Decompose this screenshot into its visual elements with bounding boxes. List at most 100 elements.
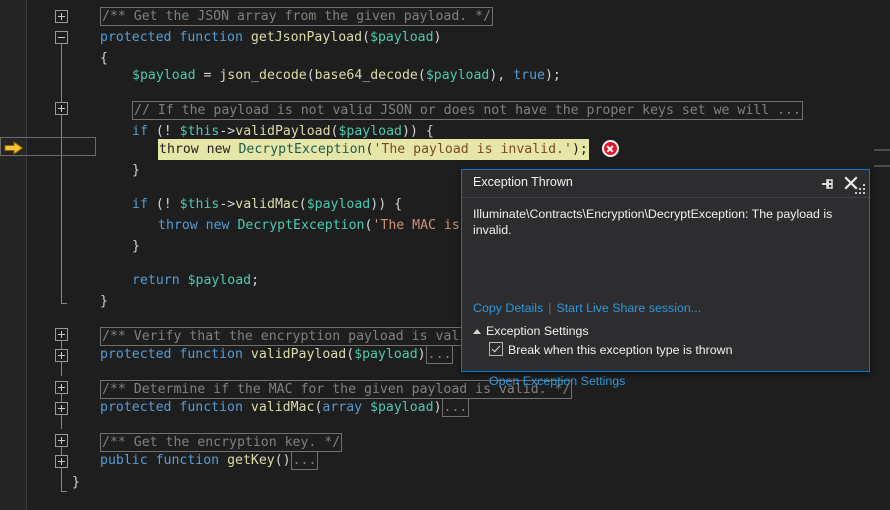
dialog-title: Exception Thrown xyxy=(473,175,573,189)
code-token-keyword-return: return xyxy=(132,273,180,288)
code-token-method-validmac: validMac xyxy=(250,400,315,415)
outline-expander-comment-3[interactable] xyxy=(55,328,68,341)
resize-grip-icon[interactable] xyxy=(854,183,866,195)
code-line: return $payload; xyxy=(132,273,260,288)
selection-margin xyxy=(27,0,52,510)
code-token-brace-close: } xyxy=(132,239,140,254)
code-line: // If the payload is not valid JSON or d… xyxy=(132,100,803,121)
code-token-brace-close: } xyxy=(132,163,140,178)
exception-thrown-dialog[interactable]: Exception Thrown Illuminate\Contracts\En… xyxy=(461,169,870,388)
code-token-keyword-if: if xyxy=(132,197,148,212)
code-token-type-decryptexception: DecryptException xyxy=(238,142,366,157)
collapsed-body-ellipsis[interactable]: ... xyxy=(425,344,454,364)
code-token-variable-payload: $payload xyxy=(354,347,418,362)
code-token-keyword-new: new xyxy=(206,142,231,157)
code-token-call-json-decode: json_decode xyxy=(219,68,307,83)
outline-expander-comment-2[interactable] xyxy=(55,102,68,115)
code-line: } xyxy=(132,160,140,181)
code-token-variable-payload: $payload xyxy=(338,124,403,139)
start-live-share-link[interactable]: Start Live Share session... xyxy=(556,301,701,315)
code-token-keyword-function: function xyxy=(179,347,243,362)
code-token-comment-3[interactable]: /** Verify that the encryption payload i… xyxy=(100,326,470,346)
code-token-variable-payload: $payload xyxy=(370,400,434,415)
code-line: } xyxy=(132,236,140,257)
code-token-keyword-protected: protected xyxy=(100,30,172,45)
outline-expander-comment-4[interactable] xyxy=(55,381,68,394)
code-token-keyword-function: function xyxy=(179,30,243,45)
exception-settings-label: Exception Settings xyxy=(486,324,589,338)
code-token-variable-payload: $payload xyxy=(132,68,196,83)
pin-icon[interactable] xyxy=(821,177,836,191)
code-line: /** Get the JSON array from the given pa… xyxy=(100,6,494,27)
open-exception-settings-link[interactable]: Open Exception Settings xyxy=(489,374,625,388)
code-token-call-base64-decode: base64_decode xyxy=(314,68,418,83)
code-token-variable-this: $this xyxy=(179,124,220,139)
code-token-keyword-array: array xyxy=(322,400,363,415)
outline-expander-comment-5[interactable] xyxy=(55,434,68,447)
copy-details-link[interactable]: Copy Details xyxy=(473,301,543,315)
code-token-method-validmac: validMac xyxy=(235,197,299,212)
code-token-keyword-function: function xyxy=(179,400,243,415)
code-token-string-payload-invalid: 'The payload is invalid.' xyxy=(373,142,572,157)
code-line: protected function getJsonPayload($paylo… xyxy=(100,30,442,45)
collapsed-body-ellipsis[interactable]: ... xyxy=(290,450,319,470)
code-token-string-mac-partial: 'The MAC is xyxy=(372,218,460,233)
code-line-current-statement: throw new DecryptException('The payload … xyxy=(158,139,589,160)
current-statement-highlight[interactable]: throw new DecryptException('The payload … xyxy=(158,139,589,160)
code-token-method-getjsonpayload: getJsonPayload xyxy=(250,30,363,45)
code-line: $payload = json_decode(base64_decode($pa… xyxy=(132,68,561,83)
link-separator: | xyxy=(548,301,552,315)
break-on-throw-label: Break when this exception type is thrown xyxy=(508,343,733,357)
code-token-keyword-true: true xyxy=(513,68,545,83)
code-token-method-getkey: getKey xyxy=(227,453,275,468)
exception-message: Illuminate\Contracts\Encryption\DecryptE… xyxy=(473,207,833,237)
code-line: { xyxy=(100,48,108,69)
exception-settings-section[interactable]: Exception Settings xyxy=(473,324,589,338)
code-line: throw new DecryptException('The MAC is xyxy=(158,218,460,233)
open-exception-settings-row: Open Exception Settings xyxy=(489,374,625,388)
code-token-comment-1[interactable]: /** Get the JSON array from the given pa… xyxy=(100,6,494,26)
outline-region-end-tick xyxy=(61,303,67,304)
code-token-keyword-new: new xyxy=(205,218,230,233)
code-token-keyword-if: if xyxy=(132,124,148,139)
code-line: protected function validPayload($payload… xyxy=(100,344,454,364)
error-circle-icon[interactable] xyxy=(602,140,619,157)
code-line: } xyxy=(100,291,108,312)
code-token-variable-payload: $payload xyxy=(425,68,490,83)
outline-class-end-tick xyxy=(61,491,67,492)
code-token-keyword-protected: protected xyxy=(100,400,172,415)
code-token-comment-2[interactable]: // If the payload is not valid JSON or d… xyxy=(132,100,803,120)
code-line: if (! $this->validMac($payload)) { xyxy=(132,197,403,212)
outline-collapser-getjsonpayload[interactable] xyxy=(55,31,68,44)
outline-expander-getkey[interactable] xyxy=(55,455,68,468)
code-token-keyword-function: function xyxy=(155,453,220,468)
scrollbar-annotation-mark xyxy=(874,149,890,151)
break-on-throw-checkbox[interactable] xyxy=(489,342,503,356)
code-token-comment-5[interactable]: /** Get the encryption key. */ xyxy=(100,432,343,452)
code-line: public function getKey()... xyxy=(100,450,319,470)
triangle-expanded-icon[interactable] xyxy=(473,329,481,334)
code-token-keyword-throw: throw xyxy=(158,218,198,233)
collapsed-body-ellipsis[interactable]: ... xyxy=(441,397,470,417)
code-token-variable-payload: $payload xyxy=(306,197,371,212)
code-token-keyword-public: public xyxy=(100,453,148,468)
outline-expander-validpayload[interactable] xyxy=(55,349,68,362)
code-token-variable-this: $this xyxy=(179,197,220,212)
code-token-brace-close: } xyxy=(100,294,108,309)
code-line: } xyxy=(72,472,80,493)
indicator-margin[interactable] xyxy=(0,0,27,510)
dialog-title-bar[interactable]: Exception Thrown xyxy=(462,170,869,198)
outline-expander-validmac[interactable] xyxy=(55,402,68,415)
code-token-brace-close-class: } xyxy=(72,475,80,490)
code-token-brace-open: { xyxy=(100,51,108,66)
code-token-variable-payload: $payload xyxy=(370,30,434,45)
dialog-action-links: Copy Details | Start Live Share session... xyxy=(473,301,701,315)
code-token-method-validpayload: validPayload xyxy=(250,347,347,362)
outlining-margin[interactable] xyxy=(52,0,72,510)
outline-expander-comment-1[interactable] xyxy=(55,10,68,23)
break-on-throw-row[interactable]: Break when this exception type is thrown xyxy=(489,342,733,357)
code-token-keyword-protected: protected xyxy=(100,347,172,362)
code-line: protected function validMac(array $paylo… xyxy=(100,397,470,417)
scrollbar-annotation-mark xyxy=(874,165,890,167)
code-token-variable-payload: $payload xyxy=(187,273,252,288)
